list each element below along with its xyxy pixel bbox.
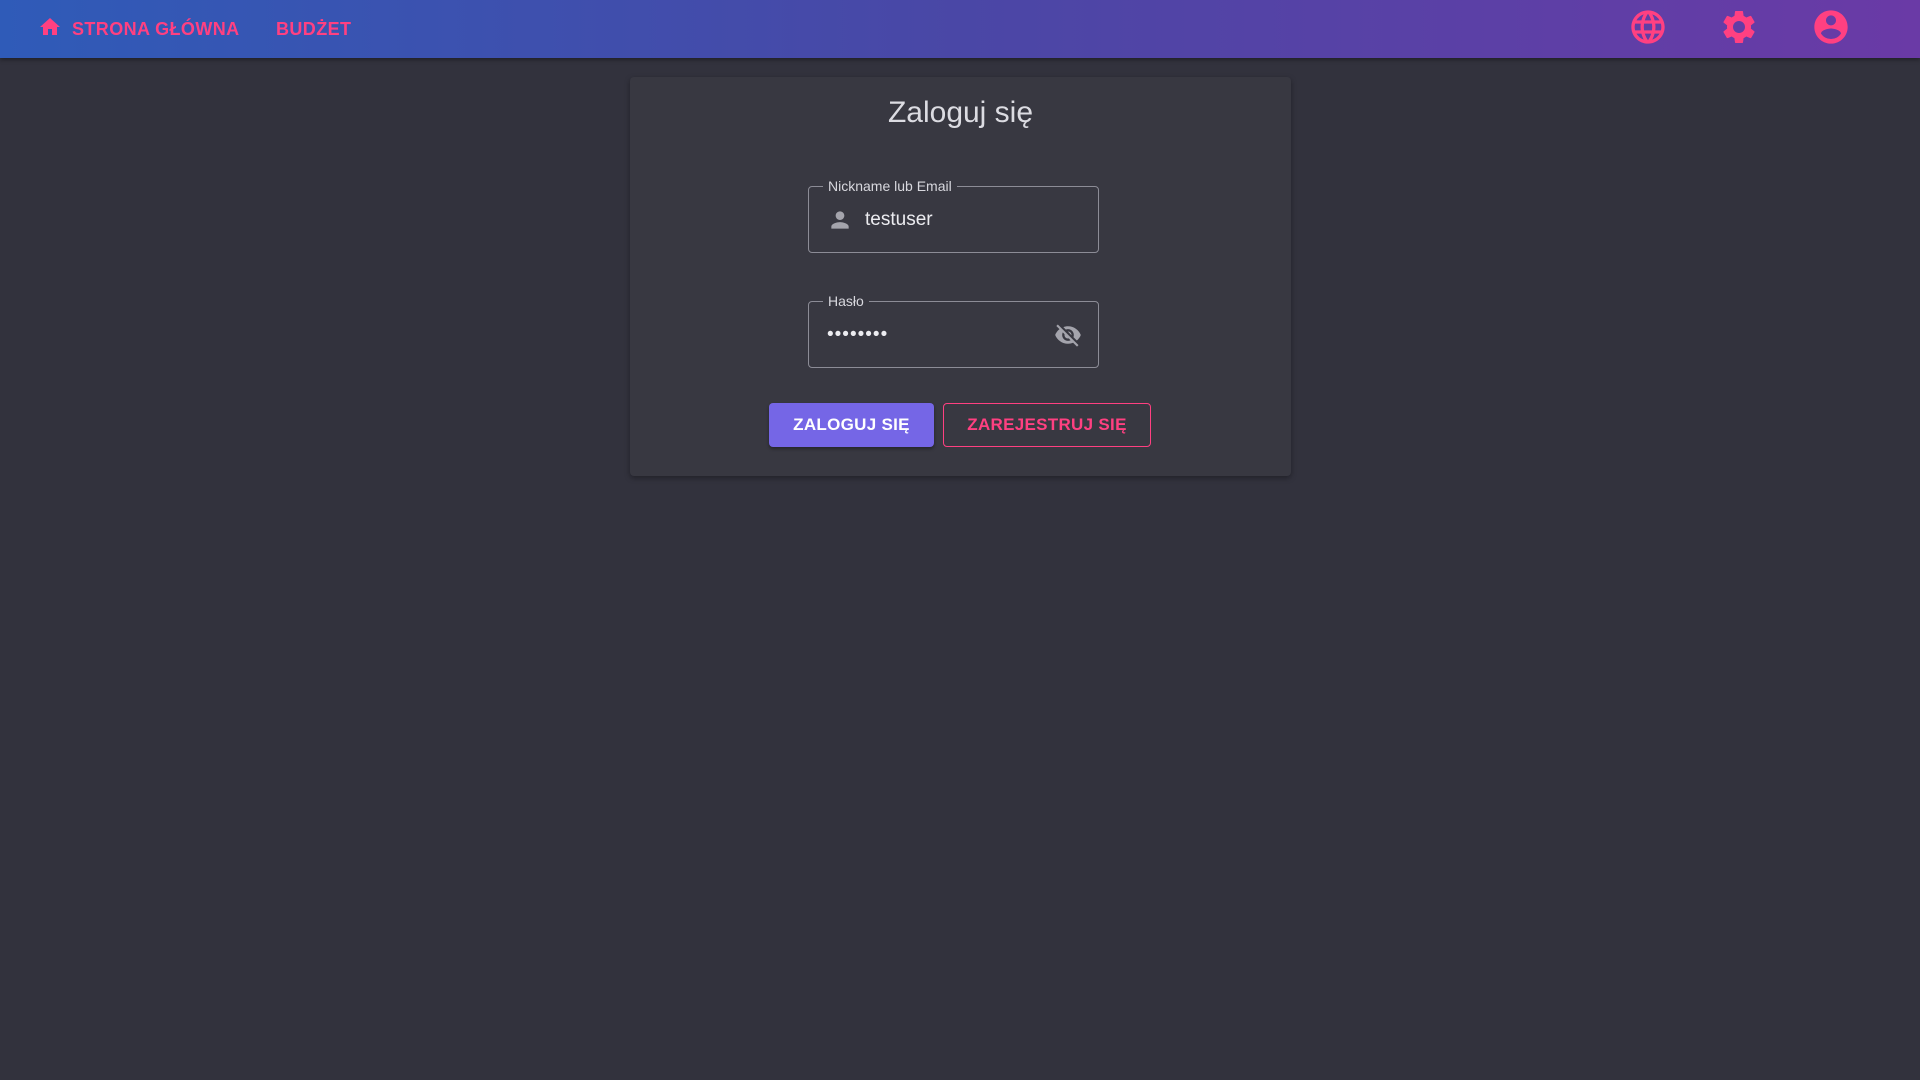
budget-nav-label: BUDŻET xyxy=(276,18,352,39)
account-button[interactable] xyxy=(1810,8,1852,50)
gear-icon xyxy=(1719,7,1759,52)
username-input[interactable] xyxy=(863,187,1083,252)
language-button[interactable] xyxy=(1627,8,1669,50)
top-navbar: STRONA GŁÓWNA BUDŻET xyxy=(0,0,1920,58)
login-card: Zaloguj się Nickname lub Email Hasło ZAL… xyxy=(630,77,1291,476)
password-input[interactable] xyxy=(825,302,1045,367)
login-button[interactable]: ZALOGUJ SIĘ xyxy=(769,403,934,447)
person-icon xyxy=(827,207,853,233)
eye-off-icon[interactable] xyxy=(1054,321,1082,349)
budget-nav-button[interactable]: BUDŻET xyxy=(276,0,351,58)
globe-icon xyxy=(1628,7,1668,52)
home-nav-button[interactable]: STRONA GŁÓWNA xyxy=(38,0,240,58)
settings-button[interactable] xyxy=(1718,8,1760,50)
password-field[interactable]: Hasło xyxy=(808,292,1099,368)
account-circle-icon xyxy=(1811,7,1851,52)
page-title: Zaloguj się xyxy=(887,96,1034,129)
home-nav-label: STRONA GŁÓWNA xyxy=(72,18,240,39)
username-field[interactable]: Nickname lub Email xyxy=(808,177,1099,253)
register-button[interactable]: ZAREJESTRUJ SIĘ xyxy=(943,403,1151,447)
home-icon xyxy=(38,15,62,44)
